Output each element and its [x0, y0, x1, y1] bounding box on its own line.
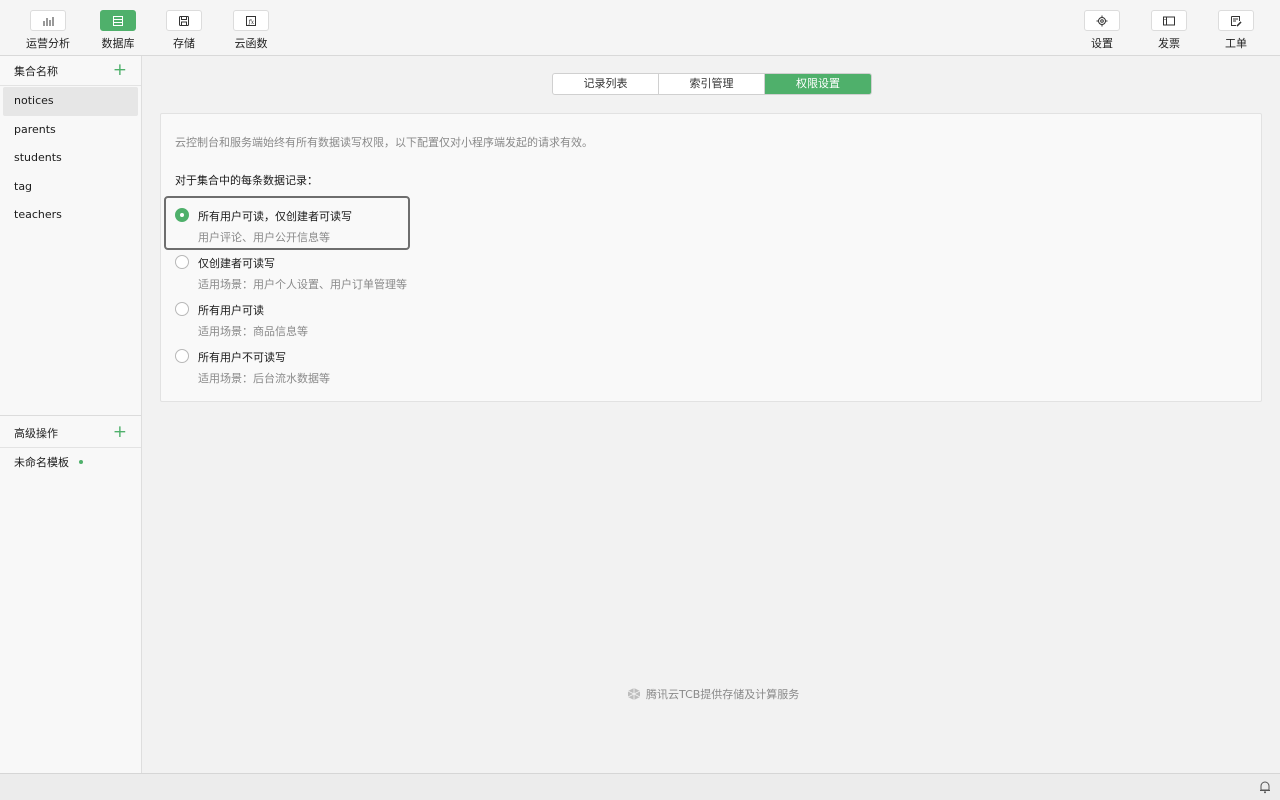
permission-option[interactable]: 所有用户可读，仅创建者可读写 用户评论、用户公开信息等 — [175, 205, 495, 245]
collection-item[interactable]: students — [3, 144, 138, 173]
invoice-icon — [1163, 16, 1175, 25]
top-toolbar: 运营分析 数据库 存储 fx 云函数 设置 发票 工单 — [0, 0, 1280, 56]
database-icon — [113, 15, 123, 26]
cube-icon — [627, 688, 641, 700]
collection-list: notices parents students tag teachers — [3, 87, 138, 230]
add-collection-plus-icon[interactable]: + — [113, 62, 127, 79]
toolbar-cloud-functions[interactable]: fx 云函数 — [221, 10, 281, 52]
tab-bar: 记录列表 索引管理 权限设置 — [552, 73, 872, 95]
tab-permission-settings[interactable]: 权限设置 — [765, 74, 871, 94]
toolbar-invoice[interactable]: 发票 — [1139, 10, 1199, 52]
main-content: 记录列表 索引管理 权限设置 云控制台和服务端始终有所有数据读写权限，以下配置仅… — [142, 56, 1280, 773]
option-title: 仅创建者可读写 — [198, 257, 275, 270]
collections-title: 集合名称 — [14, 64, 58, 78]
permission-notice: 云控制台和服务端始终有所有数据读写权限，以下配置仅对小程序端发起的请求有效。 — [175, 136, 593, 149]
divider — [0, 415, 141, 416]
collection-item[interactable]: tag — [3, 173, 138, 202]
cloud-functions-button[interactable]: fx — [233, 10, 269, 31]
database-button[interactable] — [100, 10, 136, 31]
collections-header: 集合名称 + — [0, 56, 141, 86]
tab-record-list[interactable]: 记录列表 — [553, 74, 659, 94]
toolbar-database[interactable]: 数据库 — [88, 10, 148, 52]
advanced-title: 高级操作 — [14, 426, 58, 440]
status-bar — [0, 773, 1280, 800]
option-subtitle: 适用场景：商品信息等 — [198, 325, 308, 338]
toolbar-label: 工单 — [1225, 37, 1247, 50]
permission-option[interactable]: 所有用户可读 适用场景：商品信息等 — [175, 299, 495, 339]
collection-item[interactable]: parents — [3, 116, 138, 145]
advanced-header: 高级操作 + — [0, 418, 141, 448]
svg-text:fx: fx — [248, 19, 255, 26]
option-subtitle: 适用场景：用户个人设置、用户订单管理等 — [198, 278, 407, 291]
toolbar-label: 存储 — [173, 37, 195, 50]
bar-chart-icon — [43, 16, 54, 26]
bell-icon[interactable] — [1258, 780, 1272, 794]
footer-credit: 腾讯云TCB提供存储及计算服务 — [627, 686, 799, 702]
floppy-disk-icon — [179, 15, 189, 26]
template-item[interactable]: 未命名模板 — [14, 454, 83, 470]
permission-panel: 云控制台和服务端始终有所有数据读写权限，以下配置仅对小程序端发起的请求有效。 对… — [160, 113, 1262, 402]
invoice-button[interactable] — [1151, 10, 1187, 31]
operations-analysis-button[interactable] — [30, 10, 66, 31]
option-title: 所有用户可读，仅创建者可读写 — [198, 210, 352, 223]
radio-button[interactable] — [175, 349, 189, 363]
toolbar-label: 发票 — [1158, 37, 1180, 50]
toolbar-label: 运营分析 — [26, 37, 70, 50]
option-title: 所有用户可读 — [198, 304, 264, 317]
toolbar-label: 数据库 — [101, 37, 135, 50]
settings-button[interactable] — [1084, 10, 1120, 31]
collection-item[interactable]: teachers — [3, 201, 138, 230]
radio-button-checked[interactable] — [175, 208, 189, 222]
collection-item[interactable]: notices — [3, 87, 138, 116]
toolbar-storage[interactable]: 存储 — [154, 10, 214, 52]
unsaved-dot-icon — [79, 460, 83, 464]
storage-button[interactable] — [166, 10, 202, 31]
permission-option[interactable]: 所有用户不可读写 适用场景：后台流水数据等 — [175, 346, 495, 386]
template-label: 未命名模板 — [14, 456, 69, 469]
radio-button[interactable] — [175, 255, 189, 269]
footer-text: 腾讯云TCB提供存储及计算服务 — [646, 688, 800, 701]
add-template-plus-icon[interactable]: + — [113, 424, 127, 441]
option-title: 所有用户不可读写 — [198, 351, 286, 364]
toolbar-settings[interactable]: 设置 — [1072, 10, 1132, 52]
sidebar: 集合名称 + notices parents students tag teac… — [0, 56, 142, 773]
toolbar-ticket[interactable]: 工单 — [1206, 10, 1266, 52]
option-subtitle: 用户评论、用户公开信息等 — [198, 231, 330, 244]
ticket-icon — [1231, 15, 1242, 27]
record-rule-heading: 对于集合中的每条数据记录： — [175, 174, 318, 187]
toolbar-label: 云函数 — [234, 37, 268, 50]
permission-option[interactable]: 仅创建者可读写 适用场景：用户个人设置、用户订单管理等 — [175, 252, 495, 292]
radio-button[interactable] — [175, 302, 189, 316]
tab-index-management[interactable]: 索引管理 — [659, 74, 765, 94]
option-subtitle: 适用场景：后台流水数据等 — [198, 372, 330, 385]
toolbar-operations-analysis[interactable]: 运营分析 — [18, 10, 78, 52]
function-icon: fx — [246, 15, 256, 26]
gear-icon — [1096, 15, 1108, 26]
toolbar-label: 设置 — [1091, 37, 1113, 50]
ticket-button[interactable] — [1218, 10, 1254, 31]
